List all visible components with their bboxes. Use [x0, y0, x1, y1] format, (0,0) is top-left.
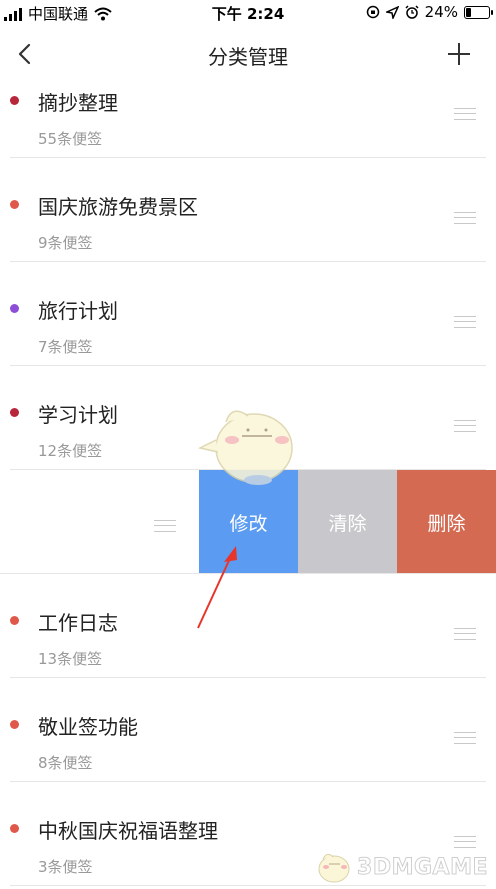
mascot-logo-icon: [318, 853, 350, 883]
category-color-dot: [10, 720, 19, 729]
drag-handle-icon[interactable]: [454, 420, 476, 432]
watermark-text: 3DMGAME: [357, 854, 488, 880]
category-note-count: 55条便签: [38, 130, 103, 148]
category-item[interactable]: 敬业签功能 8条便签: [0, 678, 496, 782]
category-title: 摘抄整理: [38, 91, 118, 115]
drag-handle-icon[interactable]: [454, 316, 476, 328]
category-title: 中秋国庆祝福语整理: [38, 819, 218, 843]
drag-handle-icon[interactable]: [454, 836, 476, 848]
category-color-dot: [10, 824, 19, 833]
category-color-dot: [10, 304, 19, 313]
category-item[interactable]: 摘抄整理 55条便签: [0, 80, 496, 158]
category-item[interactable]: 旅行计划 7条便签: [0, 262, 496, 366]
battery-icon: [464, 5, 493, 19]
category-title: 学习计划: [38, 403, 118, 427]
category-title: 旅行计划: [38, 299, 118, 323]
category-note-count: 13条便签: [38, 650, 103, 668]
status-right: 24%: [366, 3, 493, 21]
drag-handle-icon[interactable]: [454, 108, 476, 120]
status-bar: 中国联通 下午 2:24 24%: [0, 0, 496, 24]
battery-percent: 24%: [424, 3, 458, 21]
category-color-dot: [10, 96, 19, 105]
location-icon: [385, 5, 399, 19]
nav-bar: 分类管理: [0, 24, 496, 84]
category-title: 敬业签功能: [38, 715, 138, 739]
drag-handle-icon[interactable]: [454, 732, 476, 744]
category-title: 国庆旅游免费景区: [38, 195, 198, 219]
drag-handle-icon[interactable]: [454, 212, 476, 224]
category-note-count: 7条便签: [38, 338, 93, 356]
drag-handle-icon[interactable]: [454, 628, 476, 640]
mascot-watermark-icon: [197, 410, 293, 485]
drag-handle-icon[interactable]: [154, 520, 176, 532]
category-color-dot: [10, 616, 19, 625]
category-note-count: 8条便签: [38, 754, 93, 772]
clear-button[interactable]: 清除: [298, 470, 397, 574]
category-color-dot: [10, 408, 19, 417]
site-watermark: 3DMGAME: [313, 849, 488, 885]
page-title: 分类管理: [208, 45, 288, 69]
category-item[interactable]: 国庆旅游免费景区 9条便签: [0, 158, 496, 262]
add-category-button[interactable]: [448, 43, 470, 65]
alarm-icon: [405, 5, 419, 19]
orientation-lock-icon: [366, 5, 379, 19]
category-note-count: 3条便签: [38, 858, 93, 876]
category-note-count: 9条便签: [38, 234, 93, 252]
annotation-arrow-icon: [197, 546, 237, 629]
battery-level: [466, 7, 472, 17]
category-title: 工作日志: [38, 611, 118, 635]
delete-button[interactable]: 删除: [397, 470, 496, 574]
category-note-count: 12条便签: [38, 442, 103, 460]
category-color-dot: [10, 200, 19, 209]
